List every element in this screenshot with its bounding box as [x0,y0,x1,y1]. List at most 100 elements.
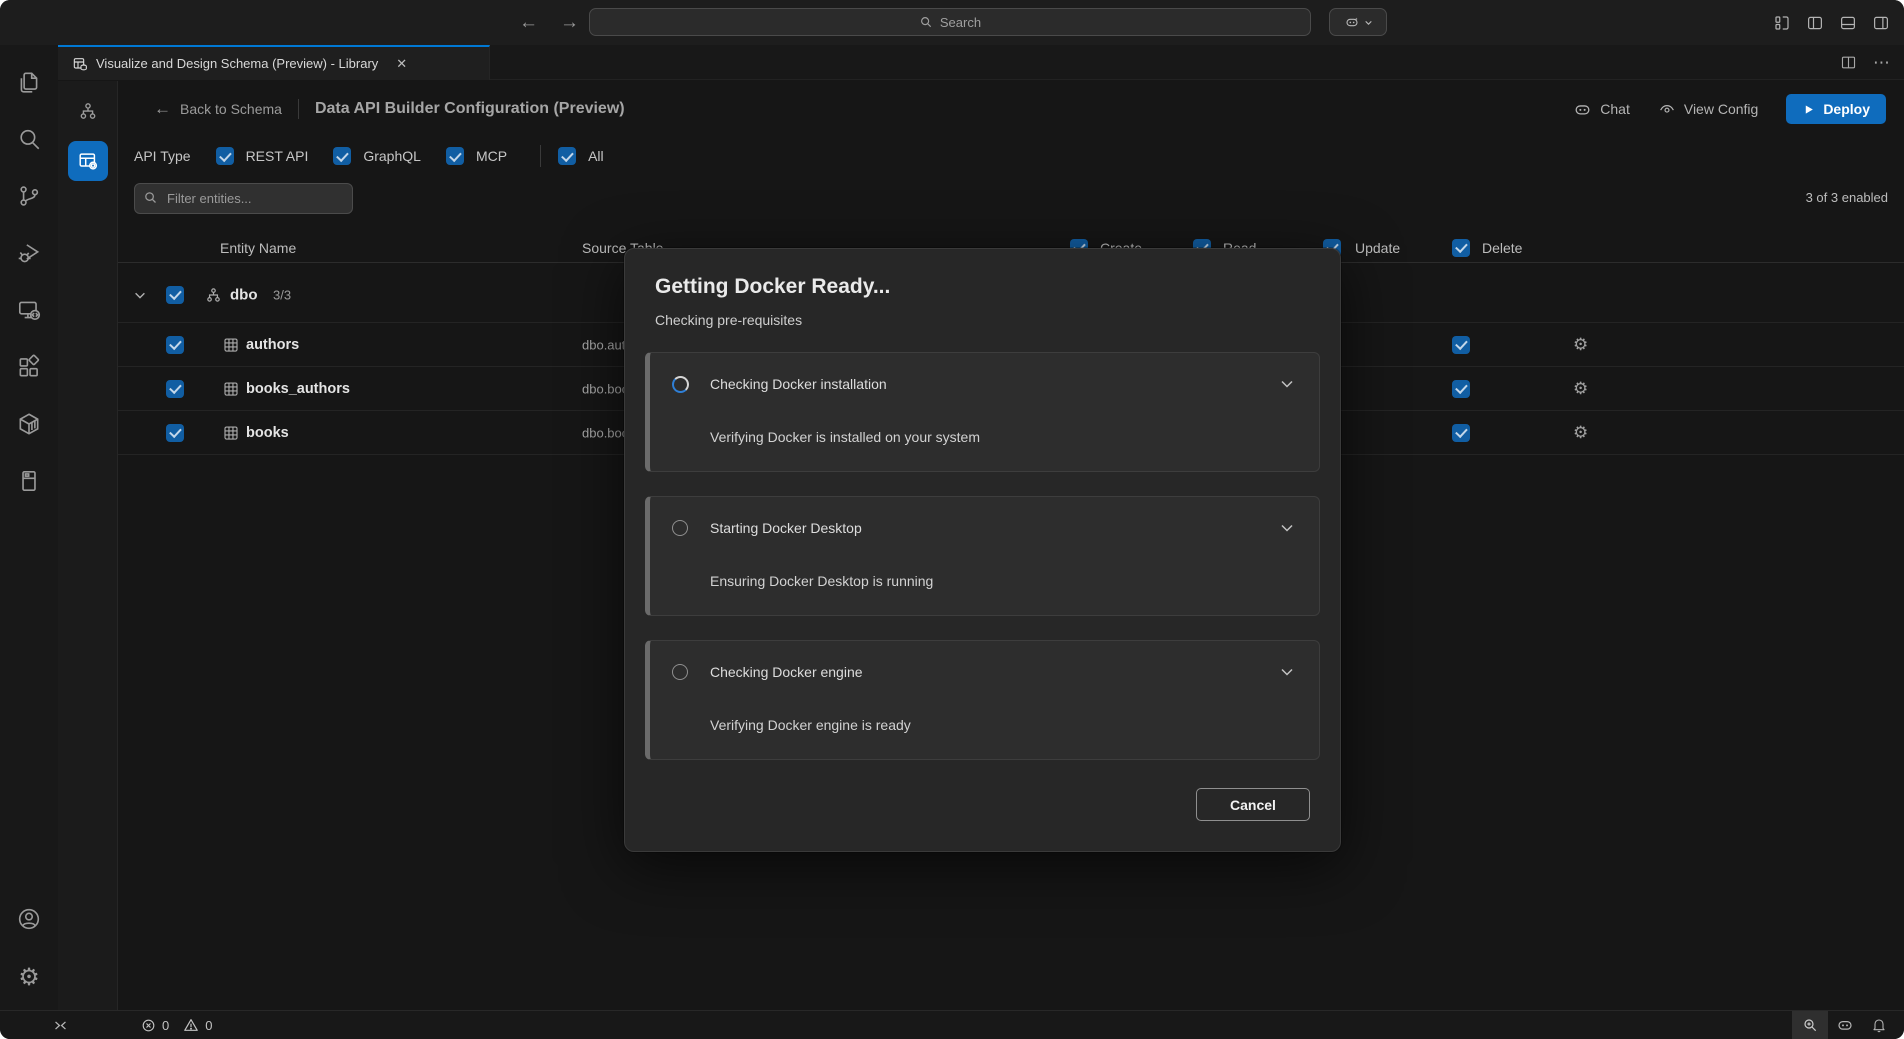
enabled-summary: 3 of 3 enabled [1806,190,1888,205]
delete-all-checkbox[interactable] [1452,239,1470,257]
table-grid-icon [222,380,240,398]
col-entity-name: Entity Name [220,240,296,256]
eye-icon [1658,100,1676,118]
dialog-subtitle: Checking pre-requisites [645,312,1320,328]
global-search-placeholder: Search [940,15,981,30]
schema-designer-tab-icon [72,56,88,72]
settings-gear-icon[interactable]: ⚙ [5,952,53,1002]
toggle-panel-icon[interactable] [1839,14,1857,32]
account-icon[interactable] [5,894,53,944]
extensions-icon[interactable] [5,342,53,392]
back-to-schema-button[interactable]: ← Back to Schema [154,99,282,119]
cancel-button[interactable]: Cancel [1196,788,1310,821]
toggle-secondary-sidebar-icon[interactable] [1872,14,1890,32]
tab-visualize-design-schema[interactable]: Visualize and Design Schema (Preview) - … [58,45,490,80]
step-description: Verifying Docker is installed on your sy… [710,429,980,445]
row-delete-checkbox[interactable] [1452,424,1470,442]
toggle-primary-sidebar-icon[interactable] [1806,14,1824,32]
schema-icon [204,285,223,304]
all-checkbox[interactable] [558,147,576,165]
error-count: 0 [162,1018,169,1033]
run-debug-icon[interactable] [5,228,53,278]
filter-entities-input[interactable] [134,183,353,214]
dialog-title: Getting Docker Ready... [645,275,1320,299]
rest-api-checkbox[interactable] [216,147,234,165]
source-control-icon[interactable] [5,171,53,221]
copilot-chat-icon [1573,100,1592,119]
chevron-down-icon[interactable] [1279,664,1295,680]
history-back-icon[interactable]: ← [519,12,538,34]
api-option-graphql[interactable]: GraphQL [333,147,421,165]
split-editor-icon[interactable] [1840,54,1857,71]
api-option-all[interactable]: All [558,147,604,165]
step-description: Verifying Docker engine is ready [710,717,911,733]
schema-diagram-icon[interactable] [68,91,108,131]
customize-layout-icon[interactable] [1773,14,1791,32]
deploy-button[interactable]: Deploy [1786,94,1886,124]
entity-name: authors [246,337,299,353]
problems-indicator[interactable]: 0 0 [141,1017,220,1033]
step-docker-desktop: Starting Docker Desktop Ensuring Docker … [645,496,1320,616]
api-option-rest[interactable]: REST API [216,147,309,165]
back-arrow-icon: ← [154,99,171,119]
row-select-checkbox[interactable] [166,336,184,354]
zoom-indicator[interactable] [1792,1011,1828,1039]
table-config-icon[interactable] [68,141,108,181]
schema-name: dbo [230,286,258,303]
tab-close-icon[interactable]: ✕ [396,56,407,72]
step-description: Ensuring Docker Desktop is running [710,573,933,589]
pending-circle-icon [672,520,688,536]
step-title: Starting Docker Desktop [710,520,862,536]
copilot-menu-button[interactable] [1329,8,1387,36]
collapse-chevron-icon[interactable] [133,288,147,302]
chevron-down-icon[interactable] [1279,520,1295,536]
row-select-checkbox[interactable] [166,424,184,442]
docker-ready-dialog: Getting Docker Ready... Checking pre-req… [624,248,1341,852]
row-settings-gear-icon[interactable]: ⚙ [1573,379,1588,399]
global-search-input[interactable]: Search [589,8,1311,36]
step-title: Checking Docker engine [710,664,863,680]
table-grid-icon [222,424,240,442]
database-view-icon[interactable] [5,456,53,506]
remote-explorer-icon[interactable] [5,285,53,335]
history-forward-icon[interactable]: → [560,12,579,34]
api-option-mcp[interactable]: MCP [446,147,507,165]
notifications-bell-icon[interactable] [1862,1011,1896,1039]
schema-select-checkbox[interactable] [166,286,184,304]
explorer-icon[interactable] [5,57,53,107]
search-view-icon[interactable] [5,114,53,164]
tab-bar: Visualize and Design Schema (Preview) - … [58,45,1904,80]
filter-search-icon [143,190,158,205]
step-title: Checking Docker installation [710,376,887,392]
chevron-down-icon[interactable] [1279,376,1295,392]
schema-count: 3/3 [273,287,291,302]
more-actions-icon[interactable]: ⋯ [1873,53,1890,73]
copilot-status-icon[interactable] [1828,1011,1862,1039]
play-icon [1802,103,1815,116]
mcp-checkbox[interactable] [446,147,464,165]
entity-name: books_authors [246,381,350,397]
error-icon [141,1018,156,1033]
row-delete-checkbox[interactable] [1452,336,1470,354]
col-update: Update [1355,240,1400,256]
chat-button[interactable]: Chat [1573,100,1630,119]
tab-title: Visualize and Design Schema (Preview) - … [96,56,378,71]
remote-indicator[interactable] [52,1017,69,1034]
table-grid-icon [222,336,240,354]
row-settings-gear-icon[interactable]: ⚙ [1573,423,1588,443]
row-select-checkbox[interactable] [166,380,184,398]
graphql-checkbox[interactable] [333,147,351,165]
entity-name: books [246,425,289,441]
warning-count: 0 [205,1018,212,1033]
row-delete-checkbox[interactable] [1452,380,1470,398]
view-config-button[interactable]: View Config [1658,100,1758,118]
vscode-window: ← → Search [0,0,1904,1039]
pending-circle-icon [672,664,688,680]
container-icon[interactable] [5,399,53,449]
row-settings-gear-icon[interactable]: ⚙ [1573,335,1588,355]
activity-bar: ⚙ [0,45,58,1010]
api-separator [540,145,541,167]
chevron-down-icon [1364,18,1373,27]
status-bar: 0 0 [0,1010,1904,1039]
step-docker-engine: Checking Docker engine Verifying Docker … [645,640,1320,760]
